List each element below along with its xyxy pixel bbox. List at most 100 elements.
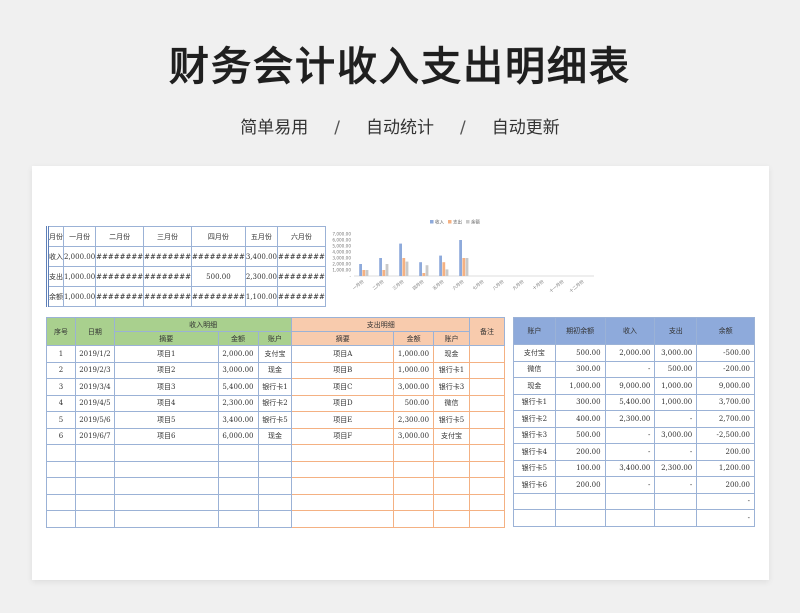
- account-cell: 银行卡5: [513, 459, 556, 477]
- account-cell: 9,000.00: [604, 377, 656, 395]
- cell-note: [469, 361, 505, 379]
- chart-bar: [385, 264, 389, 276]
- cell-seq: 6: [46, 427, 76, 445]
- table-row: 5 2019/5/6 项目5 3,400.00 银行卡5 项目E 2,300.00 银行卡5: [46, 411, 505, 429]
- account-cell: [654, 492, 698, 510]
- cell-in-amt: [217, 477, 259, 495]
- cell-ex-sum: 项目A: [291, 345, 395, 363]
- account-cell: -500.00: [696, 344, 755, 362]
- chart-bar: [365, 270, 369, 276]
- account-cell: 银行卡6: [513, 476, 556, 494]
- chart-bar: [362, 270, 366, 276]
- acct-header-expense: 支出: [654, 317, 698, 345]
- header-income-summary: 摘要: [113, 331, 219, 346]
- cell-ex-amt: [393, 444, 435, 462]
- table-row: [46, 493, 505, 511]
- cell-ex-acc: [433, 493, 471, 511]
- table-row: [46, 477, 505, 495]
- account-cell: 5,400.00: [604, 393, 656, 411]
- cell-note: [469, 477, 505, 495]
- summary-cell: 1,100.00: [244, 286, 278, 307]
- table-row: 2 2019/2/3 项目2 3,000.00 现金 项目B 1,000.00 银行卡1: [46, 361, 505, 379]
- account-cell: [604, 492, 656, 510]
- cell-note: [469, 493, 505, 511]
- chart-bar: [419, 262, 422, 276]
- table-row: [46, 444, 505, 462]
- summary-cell: ########: [276, 246, 326, 267]
- account-cell: 银行卡4: [513, 443, 556, 461]
- summary-cell: ########: [95, 246, 145, 267]
- summary-cell: 收入: [46, 246, 64, 267]
- header-expense-amount: 金额: [393, 331, 435, 346]
- cell-note: [469, 378, 505, 396]
- summary-cell: 四月份: [191, 226, 246, 247]
- cell-in-acc: 现金: [257, 427, 293, 445]
- chart-legend-label: 收入: [435, 218, 444, 225]
- chart-bar: [379, 258, 382, 276]
- cell-ex-sum: [291, 460, 395, 478]
- cell-ex-acc: [433, 477, 471, 495]
- account-cell: 1,000.00: [654, 377, 698, 395]
- spreadsheet-preview: 月份 一月份 二月份 三月份 四月份 五月份 六月份 收入 2,000.00 ######## ##…: [32, 166, 769, 580]
- cell-in-acc: [257, 510, 293, 528]
- account-cell: 支付宝: [513, 344, 556, 362]
- acct-header-account: 账户: [513, 317, 556, 345]
- cell-ex-amt: [393, 510, 435, 528]
- table-row: 6 2019/6/7 项目6 6,000.00 现金 项目F 3,000.00 支付宝: [46, 427, 505, 445]
- cell-in-amt: 6,000.00: [217, 427, 259, 445]
- summary-cell: 一月份: [62, 226, 97, 247]
- cell-note: [469, 460, 505, 478]
- summary-cell: 500.00: [191, 266, 246, 287]
- chart-bar: [359, 264, 362, 276]
- account-cell: 500.00: [554, 426, 606, 444]
- chart-legend-swatch: [430, 220, 434, 224]
- cell-note: [469, 345, 505, 363]
- cell-ex-amt: 3,000.00: [393, 378, 435, 396]
- cell-seq: 3: [46, 378, 76, 396]
- cell-seq: [46, 477, 76, 495]
- account-cell: 100.00: [554, 459, 606, 477]
- chart-y-tick-label: -: [349, 274, 351, 279]
- chart-bar: [465, 258, 469, 276]
- cell-date: [74, 510, 115, 528]
- summary-cell: 三月份: [143, 226, 193, 247]
- cell-ex-sum: 项目B: [291, 361, 395, 379]
- cell-in-acc: [257, 493, 293, 511]
- account-row: -: [513, 492, 755, 510]
- cell-in-sum: [113, 493, 219, 511]
- cell-in-sum: [113, 460, 219, 478]
- summary-cell: ########: [143, 246, 193, 267]
- account-cell: 银行卡1: [513, 393, 556, 411]
- cell-in-acc: [257, 460, 293, 478]
- income-expense-chart: 7,000.006,000.005,000.004,000.003,000.00…: [332, 218, 594, 295]
- chart-x-tick-label: 十二月份: [568, 278, 586, 295]
- summary-cell: ########: [276, 266, 326, 287]
- cell-note: [469, 427, 505, 445]
- chart-x-tick-label: 九月份: [511, 278, 526, 292]
- chart-x-tick-label: 八月份: [491, 278, 506, 292]
- cell-in-acc: 现金: [257, 361, 293, 379]
- account-row: 微信 300.00-500.00 -200.00: [513, 360, 755, 378]
- account-cell: 2,700.00: [696, 410, 755, 428]
- account-cell: -: [696, 509, 755, 527]
- cell-date: [74, 493, 115, 511]
- cell-in-sum: 项目2: [113, 361, 219, 379]
- header-note: 备注: [469, 317, 505, 346]
- cell-ex-amt: 2,300.00: [393, 411, 435, 429]
- chart-bar: [399, 243, 402, 276]
- cell-in-amt: 2,000.00: [217, 345, 259, 363]
- cell-ex-acc: 银行卡1: [433, 361, 471, 379]
- cell-ex-sum: 项目D: [291, 394, 395, 412]
- cell-in-amt: [217, 444, 259, 462]
- account-cell: 现金: [513, 377, 556, 395]
- header-income-amount: 金额: [217, 331, 259, 346]
- chart-bar: [402, 258, 406, 276]
- cell-in-sum: [113, 510, 219, 528]
- cell-in-acc: 银行卡2: [257, 394, 293, 412]
- subtitle-feature-3: 自动更新: [491, 118, 560, 138]
- summary-cell: ########: [95, 286, 145, 307]
- summary-row: 收入 2,000.00 ######## ######## ######### 3,400…: [46, 246, 326, 267]
- subtitle-separator: /: [334, 118, 340, 138]
- account-row: 银行卡3 500.00-3,000.00 -2,500.00: [513, 426, 755, 444]
- account-cell: -2,500.00: [696, 426, 755, 444]
